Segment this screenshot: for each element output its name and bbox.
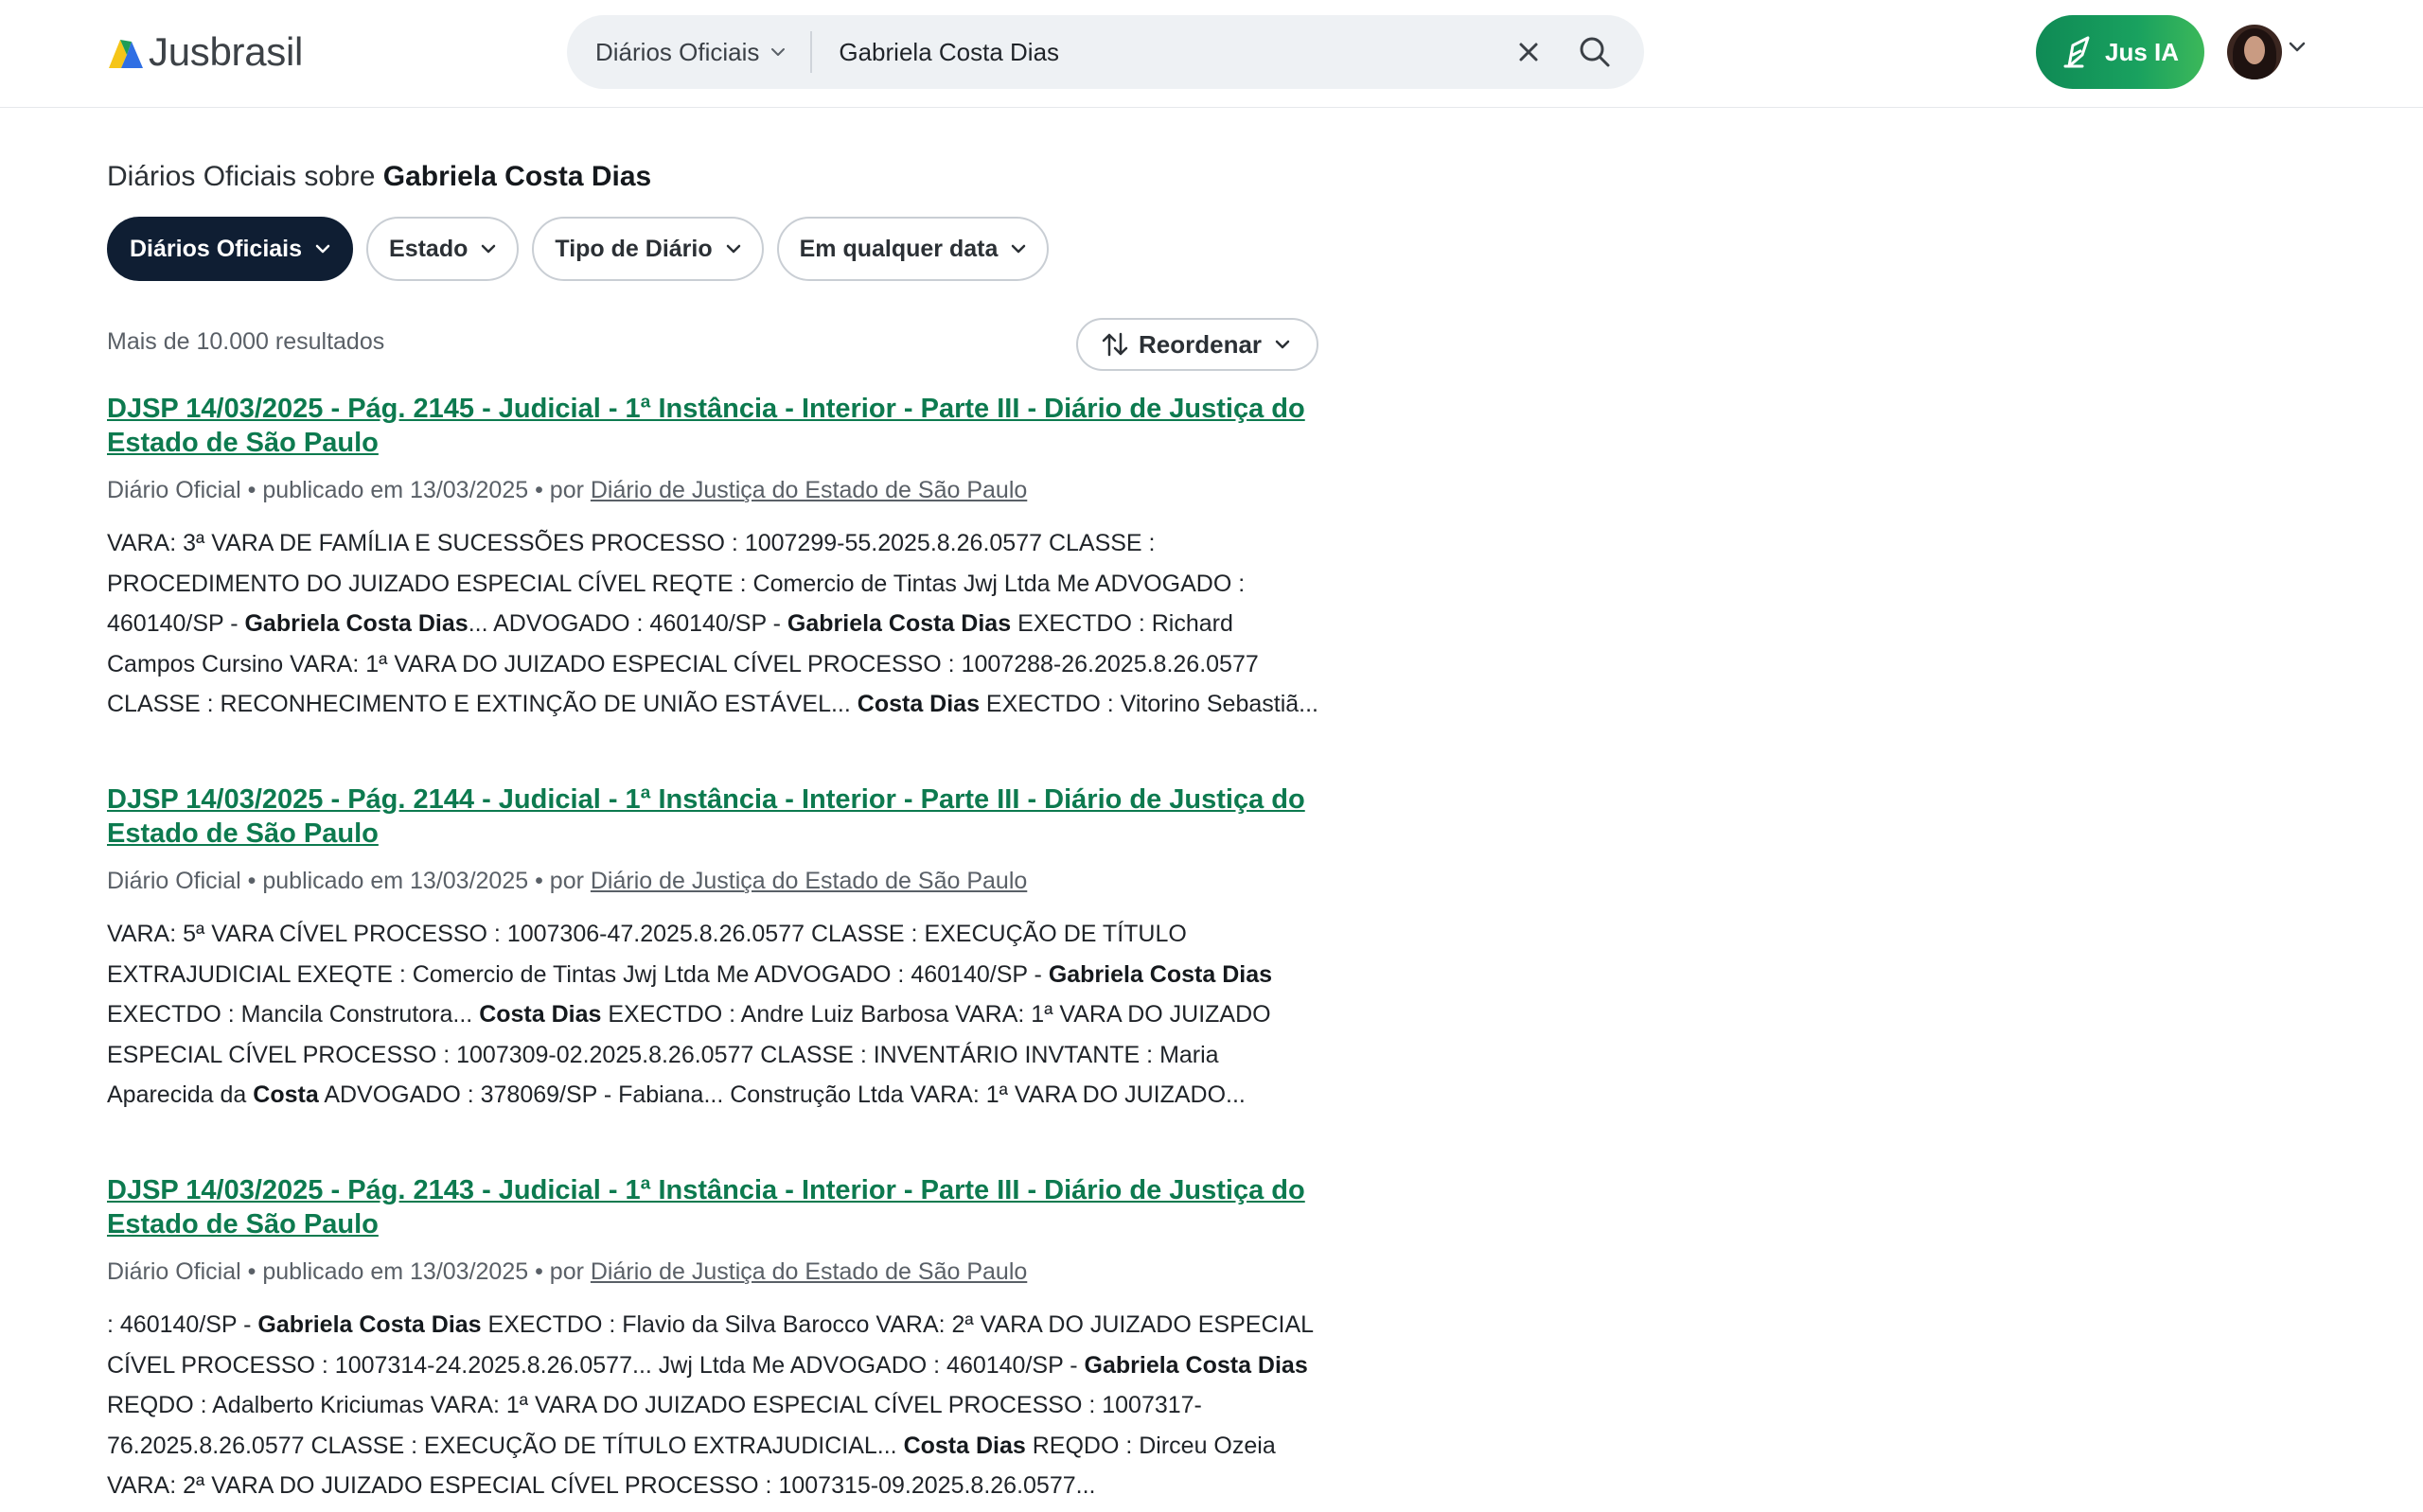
page-title-query: Gabriela Costa Dias <box>382 161 652 192</box>
chevron-down-icon <box>1012 244 1026 254</box>
jus-ia-icon <box>2063 36 2090 68</box>
result-meta: Diário Oficial • publicado em 13/03/2025… <box>107 867 1320 895</box>
snippet-text: ... ADVOGADO : 460140/SP - <box>468 610 787 637</box>
snippet-highlight: Gabriela Costa Dias <box>257 1311 482 1338</box>
result-title-link[interactable]: DJSP 14/03/2025 - Pág. 2145 - Judicial -… <box>107 392 1320 460</box>
page-title: Diários Oficiais sobre Gabriela Costa Di… <box>107 161 651 193</box>
chevron-down-icon <box>315 244 330 254</box>
filter-chip-estado[interactable]: Estado <box>366 217 520 281</box>
result-published-date: publicado em 13/03/2025 <box>262 477 529 503</box>
reorder-button[interactable]: Reordenar <box>1076 318 1318 371</box>
jusbrasil-logo-mark-icon <box>109 40 143 68</box>
search-bar: Diários Oficiais <box>567 15 1644 89</box>
chevron-down-icon[interactable] <box>2289 42 2306 53</box>
search-scope-label: Diários Oficiais <box>595 37 760 66</box>
result-item: DJSP 14/03/2025 - Pág. 2143 - Judicial -… <box>107 1173 1320 1506</box>
search-input[interactable] <box>839 33 1483 71</box>
snippet-text: EXECTDO : Mancila Construtora... <box>107 1001 480 1028</box>
meta-separator: • por <box>528 1258 591 1285</box>
page-title-prefix: Diários Oficiais sobre <box>107 161 383 192</box>
top-header: Jusbrasil Diários Oficiais Jus IA <box>0 0 2423 108</box>
filter-chip-label: Em qualquer data <box>799 235 999 262</box>
result-source-link[interactable]: Diário de Justiça do Estado de São Paulo <box>591 477 1027 503</box>
logo-text: Jusbrasil <box>149 29 304 74</box>
meta-separator: • por <box>528 477 591 503</box>
filter-chip-label: Estado <box>389 235 469 262</box>
chevron-down-icon <box>771 48 786 56</box>
snippet-text: VARA: 5ª VARA CÍVEL PROCESSO : 1007306-4… <box>107 921 1187 988</box>
snippet-highlight: Costa Dias <box>857 691 980 717</box>
avatar-face <box>2244 36 2265 64</box>
result-item: DJSP 14/03/2025 - Pág. 2145 - Judicial -… <box>107 392 1320 725</box>
result-title-link[interactable]: DJSP 14/03/2025 - Pág. 2143 - Judicial -… <box>107 1173 1320 1241</box>
filter-bar: Diários Oficiais Estado Tipo de Diário E… <box>107 217 1062 281</box>
close-icon[interactable] <box>1513 37 1544 67</box>
result-published-date: publicado em 13/03/2025 <box>262 868 529 894</box>
result-type: Diário Oficial <box>107 868 241 894</box>
filter-chip-diarios-oficiais[interactable]: Diários Oficiais <box>107 217 354 281</box>
result-snippet: VARA: 5ª VARA CÍVEL PROCESSO : 1007306-4… <box>107 914 1320 1116</box>
result-source-link[interactable]: Diário de Justiça do Estado de São Paulo <box>591 1258 1027 1285</box>
meta-separator: • por <box>528 868 591 894</box>
result-meta: Diário Oficial • publicado em 13/03/2025… <box>107 1257 1320 1286</box>
filter-chip-label: Tipo de Diário <box>555 235 713 262</box>
avatar[interactable] <box>2227 25 2282 79</box>
meta-separator: • <box>240 868 263 894</box>
result-item: DJSP 14/03/2025 - Pág. 2144 - Judicial -… <box>107 782 1320 1116</box>
chevron-down-icon <box>482 244 496 254</box>
snippet-text: : 460140/SP - <box>107 1311 258 1338</box>
result-type: Diário Oficial <box>107 1258 241 1285</box>
snippet-text: EXECTDO : Vitorino Sebastiã... <box>979 691 1319 717</box>
snippet-highlight: Costa Dias <box>903 1432 1026 1459</box>
meta-separator: • <box>240 1258 263 1285</box>
result-type: Diário Oficial <box>107 477 241 503</box>
snippet-highlight: Costa <box>253 1081 319 1108</box>
jusbrasil-logo[interactable]: Jusbrasil <box>107 30 303 74</box>
result-snippet: VARA: 3ª VARA DE FAMÍLIA E SUCESSÕES PRO… <box>107 523 1320 725</box>
filter-chip-label: Diários Oficiais <box>130 235 303 262</box>
result-source-link[interactable]: Diário de Justiça do Estado de São Paulo <box>591 868 1027 894</box>
sort-icon <box>1102 332 1128 357</box>
snippet-highlight: Gabriela Costa Dias <box>1048 960 1273 988</box>
filter-chip-tipo-de-diario[interactable]: Tipo de Diário <box>532 217 764 281</box>
snippet-text: ADVOGADO : 378069/SP - Fabiana... Constr… <box>318 1081 1246 1108</box>
snippet-highlight: Gabriela Costa Dias <box>787 610 1012 637</box>
jus-ia-button[interactable]: Jus IA <box>2036 15 2204 89</box>
result-title-link[interactable]: DJSP 14/03/2025 - Pág. 2144 - Judicial -… <box>107 782 1320 851</box>
result-snippet: : 460140/SP - Gabriela Costa Dias EXECTD… <box>107 1305 1320 1506</box>
snippet-highlight: Gabriela Costa Dias <box>1084 1351 1308 1379</box>
search-divider <box>810 31 813 73</box>
filter-chip-data[interactable]: Em qualquer data <box>776 217 1050 281</box>
snippet-highlight: Costa Dias <box>479 1001 602 1028</box>
chevron-down-icon <box>1275 340 1290 349</box>
result-meta: Diário Oficial • publicado em 13/03/2025… <box>107 476 1320 504</box>
result-published-date: publicado em 13/03/2025 <box>262 1258 529 1285</box>
results-count: Mais de 10.000 resultados <box>107 328 385 355</box>
snippet-highlight: Gabriela Costa Dias <box>244 610 469 637</box>
reorder-label: Reordenar <box>1139 329 1263 359</box>
chevron-down-icon <box>726 244 740 254</box>
meta-separator: • <box>240 477 263 503</box>
search-scope-dropdown[interactable]: Diários Oficiais <box>567 15 786 89</box>
jus-ia-label: Jus IA <box>2104 37 2180 66</box>
search-icon[interactable] <box>1576 33 1614 71</box>
